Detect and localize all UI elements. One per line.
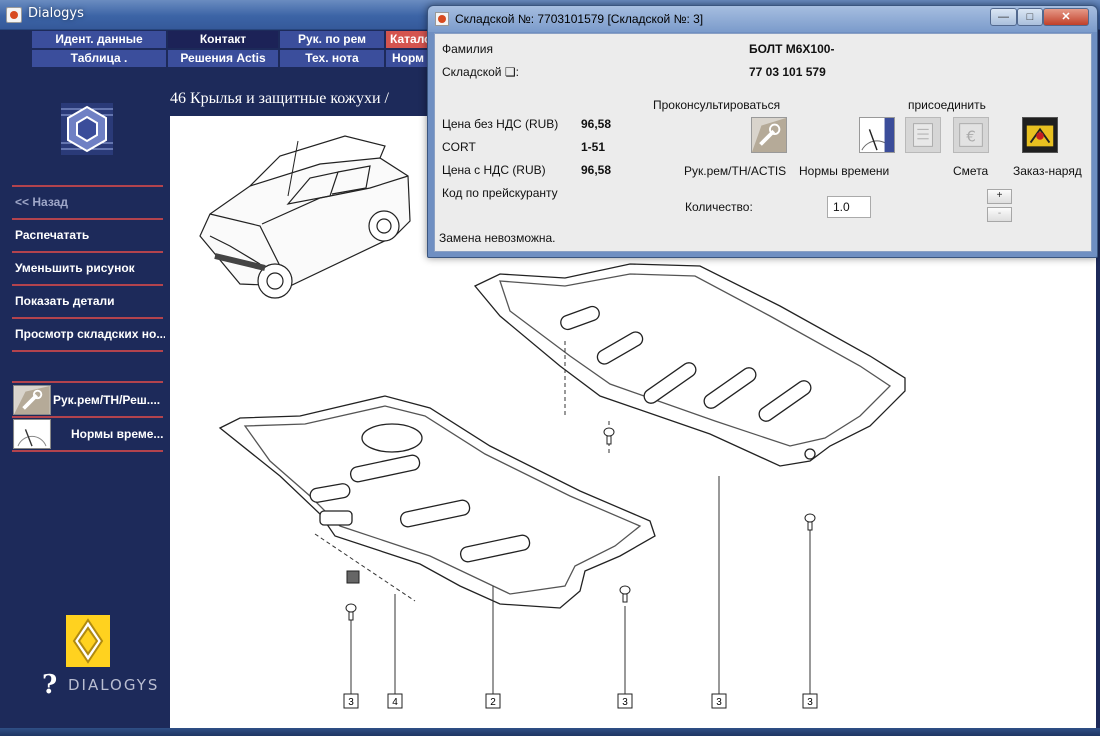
sidebar-back[interactable]: << Назад [15,195,165,209]
action-label-repair-manual: Рук.рем/ТН/ACTIS [684,164,787,178]
quick-link-repair-manual[interactable]: Рук.рем/ТН/Реш.... [13,385,163,415]
tab-actis-solutions[interactable]: Решения Actis [168,50,278,67]
sidebar-divider [12,251,163,253]
tab-catalog[interactable]: Катало [386,31,430,48]
sidebar-divider [12,284,163,286]
family-value: БОЛТ М6Х100- [749,42,835,56]
part-info-dialog: Складской №: 7703101579 [Складской №: 3]… [427,5,1098,258]
tab-contact[interactable]: Контакт [168,31,278,48]
sidebar: << Назад Распечатать Уменьшить рисунок П… [0,68,170,736]
svg-text:3: 3 [716,697,722,708]
sidebar-item-show-details[interactable]: Показать детали [15,294,165,308]
sidebar-divider [12,317,163,319]
quantity-increment-button[interactable]: + [987,189,1012,204]
price-net-label: Цена без НДС (RUB) [442,117,559,131]
svg-text:3: 3 [622,697,628,708]
stopwatch-icon [13,419,51,449]
svg-text:€: € [966,128,976,146]
close-button[interactable]: ✕ [1043,8,1089,26]
ref-label: Складской ❏: [442,65,519,79]
callout-box: 4 [387,693,403,709]
svg-text:3: 3 [348,697,354,708]
sidebar-divider [12,350,163,352]
action-label-time-norms: Нормы времени [799,164,890,178]
callout-box: 2 [485,693,501,709]
svg-text:2: 2 [490,697,496,708]
tab-bar: Идент. данные Контакт Рук. по рем Катало… [0,30,430,68]
sidebar-divider [12,450,163,452]
wrench-icon[interactable] [751,117,787,153]
quantity-label: Количество: [685,200,753,214]
dialog-body: Фамилия БОЛТ М6Х100- Складской ❏: 77 03 … [434,33,1092,252]
sidebar-item-print[interactable]: Распечатать [15,228,165,242]
taskbar [0,728,1100,736]
price-gross-label: Цена с НДС (RUB) [442,163,546,177]
svg-text:3: 3 [807,697,813,708]
quick-link-label: Нормы време... [71,427,164,441]
callout-box: 3 [343,693,359,709]
rear-skid-plate [473,263,906,467]
callout-box: 3 [802,693,818,709]
minimize-button[interactable]: — [990,8,1017,26]
ref-value: 77 03 101 579 [749,65,826,79]
page-title: 46 Крылья и защитные кожухи / [170,90,389,107]
sidebar-item-zoom-out[interactable]: Уменьшить рисунок [15,261,165,275]
cort-value: 1-51 [581,140,606,154]
app-icon [6,7,22,23]
tab-time-norms[interactable]: Норм [386,50,430,67]
sidebar-divider [12,185,163,187]
callouts: 3 4 2 3 3 3 [343,693,818,709]
action-label-estimate: Смета [953,164,989,178]
consult-heading: Проконсультироваться [653,98,781,112]
tab-ident-data[interactable]: Идент. данные [32,31,166,48]
sidebar-item-view-stock-numbers[interactable]: Просмотр складских но... [15,327,165,341]
front-skid-plate [218,395,656,609]
sidebar-divider [12,381,163,383]
price-net-value: 96,58 [581,117,612,131]
dialog-title: Складской №: 7703101579 [Складской №: 3] [455,12,704,26]
price-code-label: Код по прейскуранту [442,186,558,200]
svg-text:4: 4 [392,697,398,708]
family-label: Фамилия [442,42,493,56]
tab-table[interactable]: Таблица . [32,50,166,67]
work-order-icon[interactable] [1022,117,1058,153]
help-icon[interactable]: ? [42,670,57,700]
bolt-category-icon [61,103,113,155]
car-illustration [199,135,411,299]
quantity-decrement-button[interactable]: - [987,207,1012,222]
price-gross-value: 96,58 [581,163,612,177]
action-label-work-order: Заказ-наряд [1013,164,1082,178]
callout-box: 3 [711,693,727,709]
replacement-note: Замена невозможна. [439,231,556,245]
sidebar-divider [12,218,163,220]
sidebar-divider [12,416,163,418]
maximize-button[interactable]: □ [1017,8,1043,26]
document-icon [905,117,941,153]
stopwatch-icon[interactable] [859,117,895,153]
wrench-icon [13,385,51,415]
tab-tech-note[interactable]: Тех. нота [280,50,384,67]
quantity-input[interactable]: 1.0 [827,196,871,218]
attach-heading: присоединить [908,98,986,112]
dialogys-logo: DIALOGYS [68,676,160,694]
cort-label: CORT [442,140,476,154]
renault-logo [66,615,110,667]
tab-repair-manual[interactable]: Рук. по рем [280,31,384,48]
java-app-icon [435,12,449,26]
quick-link-label: Рук.рем/ТН/Реш.... [53,393,161,407]
quick-link-time-norms[interactable]: Нормы време... [13,419,163,449]
callout-box: 3 [617,693,633,709]
window-title: Dialogys [28,6,84,21]
estimate-icon: € [953,117,989,153]
dialog-titlebar[interactable]: Складской №: 7703101579 [Складской №: 3]… [428,6,1097,32]
